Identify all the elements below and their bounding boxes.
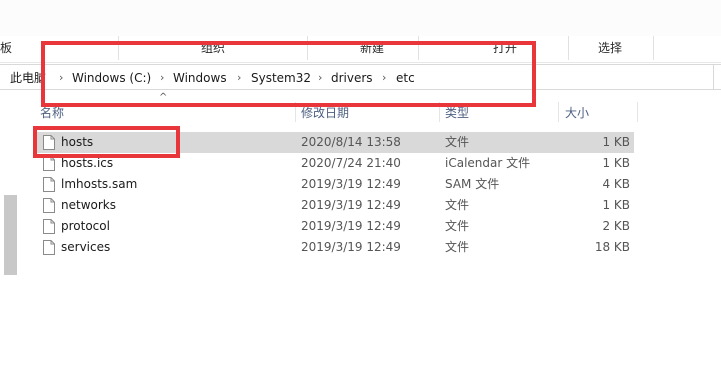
file-date: 2019/3/19 12:49 [301, 219, 401, 233]
file-icon [43, 198, 55, 213]
file-name: services [61, 240, 111, 254]
file-date: 2019/3/19 12:49 [301, 240, 401, 254]
column-header-name[interactable]: 名称 [40, 106, 64, 120]
file-size: 1 KB [602, 135, 630, 149]
file-icon [43, 156, 55, 171]
navigation-pane-scroll-thumb[interactable] [4, 195, 17, 275]
ribbon-group-clipboard-label: 板 [0, 41, 13, 55]
annotation-box-address [41, 41, 536, 107]
ribbon-group-select-label[interactable]: 选择 [598, 40, 622, 56]
file-row-networks[interactable]: networks 2019/3/19 12:49 文件 1 KB [36, 195, 634, 216]
file-type: SAM 文件 [445, 177, 500, 191]
file-name: lmhosts.sam [61, 177, 138, 191]
ribbon-separator [653, 36, 654, 60]
file-icon [43, 219, 55, 234]
file-name: protocol [61, 219, 110, 233]
file-size: 2 KB [602, 219, 630, 233]
file-type: 文件 [445, 135, 470, 149]
column-header-date-modified[interactable]: 修改日期 [301, 106, 349, 120]
file-date: 2019/3/19 12:49 [301, 177, 401, 191]
column-divider[interactable] [637, 102, 638, 122]
file-date: 2020/7/24 21:40 [301, 156, 401, 170]
file-type: iCalendar 文件 [445, 156, 531, 170]
file-date: 2019/3/19 12:49 [301, 198, 401, 212]
file-size: 1 KB [602, 198, 630, 212]
column-divider[interactable] [558, 102, 559, 122]
file-icon [43, 240, 55, 255]
file-type: 文件 [445, 198, 470, 212]
file-type: 文件 [445, 219, 470, 233]
file-type: 文件 [445, 240, 470, 254]
ribbon-separator [568, 36, 569, 60]
file-row-protocol[interactable]: protocol 2019/3/19 12:49 文件 2 KB [36, 216, 634, 237]
column-header-type[interactable]: 类型 [445, 106, 469, 120]
file-icon [43, 177, 55, 192]
file-name: networks [61, 198, 116, 212]
file-date: 2020/8/14 13:58 [301, 135, 401, 149]
ribbon-toolbar [0, 0, 721, 36]
file-name: hosts.ics [61, 156, 114, 170]
address-bar-divider [713, 65, 714, 89]
file-row-services[interactable]: services 2019/3/19 12:49 文件 18 KB [36, 237, 634, 258]
file-size: 1 KB [602, 156, 630, 170]
column-header-size[interactable]: 大小 [565, 106, 589, 120]
file-row-lmhosts-sam[interactable]: lmhosts.sam 2019/3/19 12:49 SAM 文件 4 KB [36, 174, 634, 195]
file-size: 4 KB [602, 177, 630, 191]
annotation-box-hosts [33, 126, 180, 158]
file-size: 18 KB [594, 240, 630, 254]
